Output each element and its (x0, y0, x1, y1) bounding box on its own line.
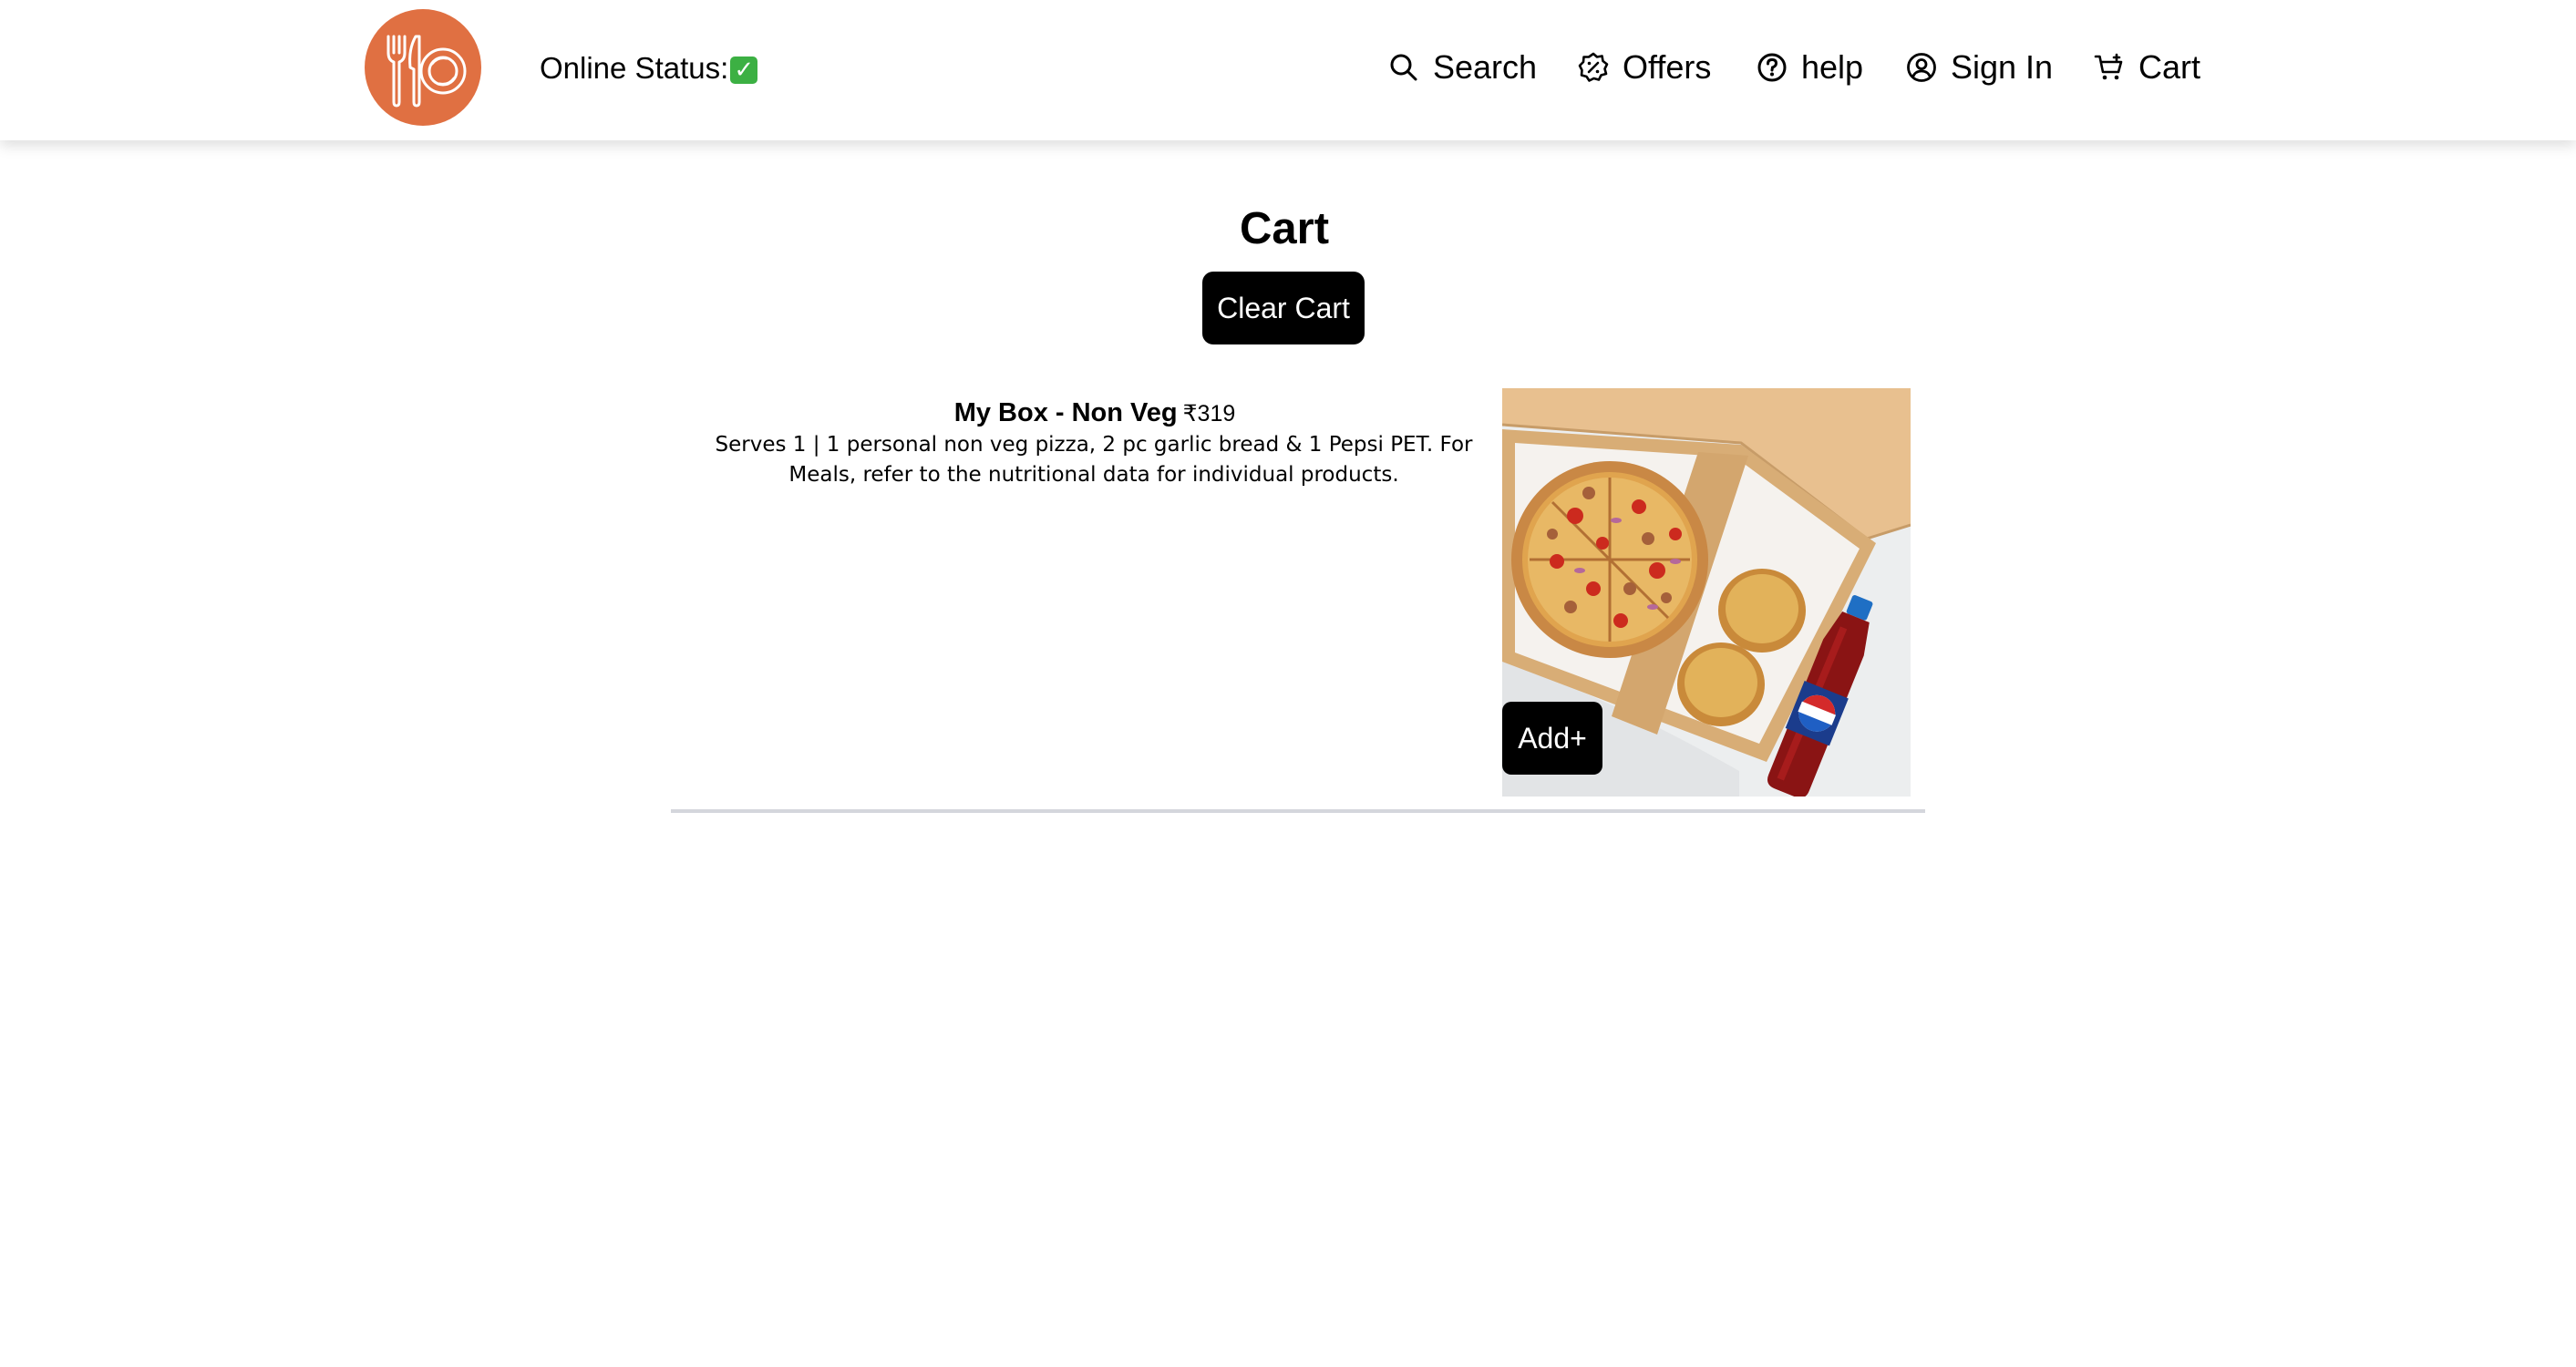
online-status-label: Online Status: (540, 51, 729, 85)
item-name: My Box - Non Veg (953, 398, 1178, 427)
nav-sign-in[interactable]: Sign In (1905, 46, 2053, 89)
user-icon (1905, 51, 1938, 84)
header: Online Status: ✓ Search Offers help Sign … (0, 0, 2576, 140)
item-divider (671, 809, 1925, 813)
nav-offers[interactable]: Offers (1577, 46, 1711, 89)
cart-icon (2093, 51, 2126, 84)
nav-help[interactable]: help (1756, 46, 1863, 89)
nav-search-label: Search (1433, 48, 1538, 86)
nav-offers-label: Offers (1623, 48, 1712, 86)
logo[interactable] (365, 9, 481, 126)
offers-icon (1577, 51, 1610, 84)
clear-cart-button[interactable]: Clear Cart (1202, 272, 1365, 344)
check-icon: ✓ (730, 57, 758, 84)
help-icon (1756, 51, 1788, 84)
nav-help-label: help (1801, 48, 1864, 86)
nav-sign-in-label: Sign In (1951, 48, 2054, 86)
online-status: Online Status: ✓ (540, 48, 758, 88)
nav-cart[interactable]: Cart (2093, 46, 2200, 89)
item-price: ₹319 (1182, 401, 1236, 427)
add-item-button[interactable]: Add+ (1502, 702, 1602, 775)
nav-search[interactable]: Search (1387, 46, 1537, 89)
search-icon (1387, 51, 1420, 84)
fork-knife-plate-icon (386, 35, 467, 108)
page-title: Cart (1239, 204, 1330, 253)
nav-cart-label: Cart (2138, 48, 2201, 86)
item-description: Serves 1 | 1 personal non veg pizza, 2 p… (715, 433, 1473, 487)
